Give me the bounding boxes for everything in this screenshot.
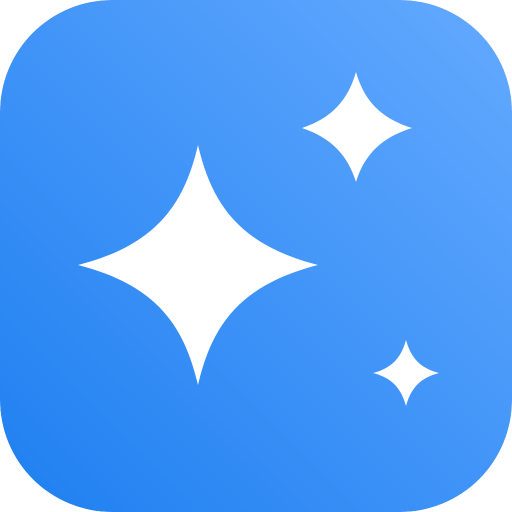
app-icon <box>0 0 512 512</box>
sparkles-icon <box>0 0 512 512</box>
